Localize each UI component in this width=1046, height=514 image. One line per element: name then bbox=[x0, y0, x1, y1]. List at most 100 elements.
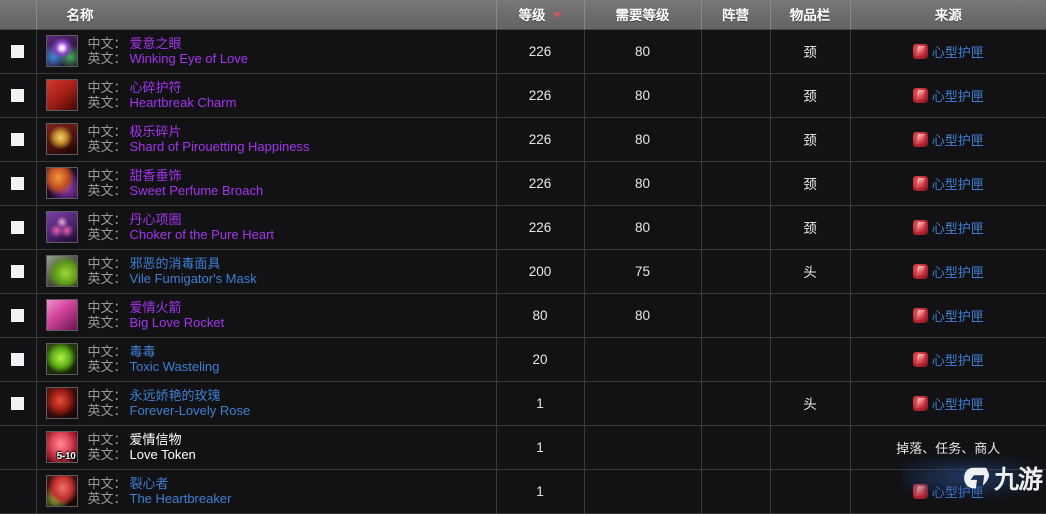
english-label: 英文： bbox=[87, 95, 127, 110]
item-name-chinese-link[interactable]: 爱意之眼 bbox=[130, 36, 182, 51]
forever-lovely-rose-icon bbox=[46, 388, 77, 418]
item-name-block: 中文： 心碎护符 英文： Heartbreak Charm bbox=[88, 80, 237, 110]
item-icon[interactable] bbox=[45, 343, 78, 375]
source-link[interactable]: 心型护匣 bbox=[932, 306, 984, 325]
item-icon[interactable] bbox=[45, 79, 78, 111]
table-row[interactable]: 中文： 爱意之眼 英文： Winking Eye of Love 226 80 颈 心型护匣 bbox=[0, 29, 1046, 74]
row-select-checkbox[interactable] bbox=[11, 44, 25, 58]
item-icon[interactable] bbox=[45, 211, 78, 243]
item-name-chinese-line: 中文： 爱意之眼 bbox=[88, 36, 249, 51]
row-select-checkbox[interactable] bbox=[11, 220, 25, 234]
table-row[interactable]: 中文： 裂心者 英文： The Heartbreaker 1 心型护匣 bbox=[0, 469, 1046, 514]
row-select-checkbox[interactable] bbox=[11, 88, 25, 102]
item-table: 名称 等级 需要等级 阵营 物品栏 来源 中文： 爱意之眼 英文： Winking E… bbox=[0, 0, 1046, 514]
item-name-english-link[interactable]: Love Token bbox=[130, 447, 196, 462]
table-row[interactable]: 中文： 邪恶的消毒面具 英文： Vile Fumigator's Mask 200 75 头… bbox=[0, 249, 1046, 294]
item-name-chinese-link[interactable]: 邪恶的消毒面具 bbox=[130, 256, 221, 271]
source-link[interactable]: 心型护匣 bbox=[932, 86, 984, 105]
item-name-chinese-link[interactable]: 裂心者 bbox=[130, 476, 169, 491]
item-name-english-link[interactable]: Choker of the Pure Heart bbox=[130, 227, 275, 242]
item-name-block: 中文： 甜香垂饰 英文： Sweet Perfume Broach bbox=[88, 168, 264, 198]
required-level-cell: 80 bbox=[584, 161, 702, 206]
item-name-english-link[interactable]: Toxic Wasteling bbox=[130, 359, 220, 374]
item-icon[interactable] bbox=[45, 475, 78, 507]
source-link[interactable]: 心型护匣 bbox=[932, 218, 984, 237]
item-icon[interactable] bbox=[45, 35, 78, 67]
chinese-label: 中文： bbox=[87, 168, 127, 183]
item-name-chinese-link[interactable]: 爱情火箭 bbox=[130, 300, 182, 315]
column-header-source[interactable]: 来源 bbox=[850, 0, 1046, 30]
source-link[interactable]: 心型护匣 bbox=[932, 482, 984, 501]
item-icon[interactable] bbox=[45, 299, 78, 331]
item-icon[interactable] bbox=[45, 167, 78, 199]
row-select-cell bbox=[0, 73, 37, 118]
item-name-english-line: 英文： Choker of the Pure Heart bbox=[88, 227, 275, 242]
column-header-name[interactable]: 名称 bbox=[36, 0, 497, 30]
row-select-cell bbox=[0, 117, 37, 162]
table-row[interactable]: 中文： 极乐碎片 英文： Shard of Pirouetting Happiness… bbox=[0, 117, 1046, 162]
source-link[interactable]: 心型护匣 bbox=[932, 262, 984, 281]
source-link[interactable]: 心型护匣 bbox=[932, 350, 984, 369]
item-name-chinese-link[interactable]: 爱情信物 bbox=[130, 432, 182, 447]
item-name-chinese-link[interactable]: 心碎护符 bbox=[130, 80, 182, 95]
english-label: 英文： bbox=[87, 315, 127, 330]
chinese-label: 中文： bbox=[87, 212, 127, 227]
table-row[interactable]: 中文： 毒毒 英文： Toxic Wasteling 20 心型护匣 bbox=[0, 337, 1046, 382]
item-name-english-link[interactable]: Forever-Lovely Rose bbox=[130, 403, 251, 418]
item-level-cell: 226 bbox=[496, 161, 585, 206]
item-name-chinese-link[interactable]: 甜香垂饰 bbox=[130, 168, 182, 183]
item-name-chinese-link[interactable]: 丹心项圈 bbox=[130, 212, 182, 227]
row-select-checkbox[interactable] bbox=[11, 264, 25, 278]
item-database-table-panel: 名称 等级 需要等级 阵营 物品栏 来源 中文： 爱意之眼 英文： Winking E… bbox=[0, 0, 1046, 514]
item-name-chinese-link[interactable]: 毒毒 bbox=[130, 344, 156, 359]
row-select-checkbox[interactable] bbox=[11, 308, 25, 322]
source-cell: 心型护匣 bbox=[850, 73, 1046, 118]
item-level-cell: 200 bbox=[496, 249, 585, 294]
row-select-checkbox[interactable] bbox=[11, 352, 25, 366]
sort-descending-icon[interactable] bbox=[551, 12, 562, 19]
row-select-checkbox[interactable] bbox=[11, 396, 25, 410]
item-icon[interactable] bbox=[45, 255, 78, 287]
item-icon[interactable] bbox=[45, 387, 78, 419]
item-icon[interactable] bbox=[45, 123, 78, 155]
table-row[interactable]: 中文： 丹心项圈 英文： Choker of the Pure Heart 226 80 颈… bbox=[0, 205, 1046, 250]
source-cell: 心型护匣 bbox=[850, 249, 1046, 294]
item-level-cell: 80 bbox=[496, 293, 585, 338]
item-name-chinese-line: 中文： 心碎护符 bbox=[88, 80, 237, 95]
heart-container-icon bbox=[912, 131, 928, 147]
column-header-level[interactable]: 等级 bbox=[496, 0, 585, 30]
source-link[interactable]: 心型护匣 bbox=[932, 130, 984, 149]
item-name-english-link[interactable]: Shard of Pirouetting Happiness bbox=[130, 139, 310, 154]
item-name-english-link[interactable]: Vile Fumigator's Mask bbox=[130, 271, 257, 286]
item-name-english-link[interactable]: The Heartbreaker bbox=[130, 491, 232, 506]
item-name-english-link[interactable]: Sweet Perfume Broach bbox=[130, 183, 264, 198]
item-name-english-line: 英文： Vile Fumigator's Mask bbox=[88, 271, 257, 286]
source-link[interactable]: 心型护匣 bbox=[932, 174, 984, 193]
column-header-faction[interactable]: 阵营 bbox=[701, 0, 771, 30]
source-link[interactable]: 心型护匣 bbox=[932, 394, 984, 413]
item-name-english-link[interactable]: Heartbreak Charm bbox=[130, 95, 237, 110]
item-name-cell: 中文： 邪恶的消毒面具 英文： Vile Fumigator's Mask bbox=[36, 249, 497, 294]
item-name-cell: 中文： 爱意之眼 英文： Winking Eye of Love bbox=[36, 29, 497, 74]
item-name-cell: 中文： 极乐碎片 英文： Shard of Pirouetting Happiness bbox=[36, 117, 497, 162]
row-select-checkbox[interactable] bbox=[11, 176, 25, 190]
item-name-chinese-link[interactable]: 永远娇艳的玫瑰 bbox=[130, 388, 221, 403]
sweet-perfume-broach-icon bbox=[46, 168, 77, 198]
item-name-block: 中文： 爱情信物 英文： Love Token bbox=[88, 432, 196, 462]
table-row[interactable]: 中文： 甜香垂饰 英文： Sweet Perfume Broach 226 80 颈 心型护匣 bbox=[0, 161, 1046, 206]
source-cell: 心型护匣 bbox=[850, 117, 1046, 162]
item-name-chinese-link[interactable]: 极乐碎片 bbox=[130, 124, 182, 139]
column-header-slot[interactable]: 物品栏 bbox=[770, 0, 851, 30]
item-name-english-link[interactable]: Winking Eye of Love bbox=[130, 51, 249, 66]
row-select-checkbox[interactable] bbox=[11, 132, 25, 146]
row-select-cell bbox=[0, 29, 37, 74]
item-icon[interactable]: 5-10 bbox=[45, 431, 78, 463]
source-link[interactable]: 心型护匣 bbox=[932, 42, 984, 61]
table-row[interactable]: 中文： 爱情火箭 英文： Big Love Rocket 80 80 心型护匣 bbox=[0, 293, 1046, 338]
item-name-english-link[interactable]: Big Love Rocket bbox=[130, 315, 225, 330]
table-row[interactable]: 5-10 中文： 爱情信物 英文： Love Token 1 掉落、任务、商人 bbox=[0, 425, 1046, 470]
table-row[interactable]: 中文： 心碎护符 英文： Heartbreak Charm 226 80 颈 心型护匣 bbox=[0, 73, 1046, 118]
column-header-required-level[interactable]: 需要等级 bbox=[584, 0, 702, 30]
slot-cell: 头 bbox=[770, 381, 851, 426]
table-row[interactable]: 中文： 永远娇艳的玫瑰 英文： Forever-Lovely Rose 1 头 心型护匣 bbox=[0, 381, 1046, 426]
